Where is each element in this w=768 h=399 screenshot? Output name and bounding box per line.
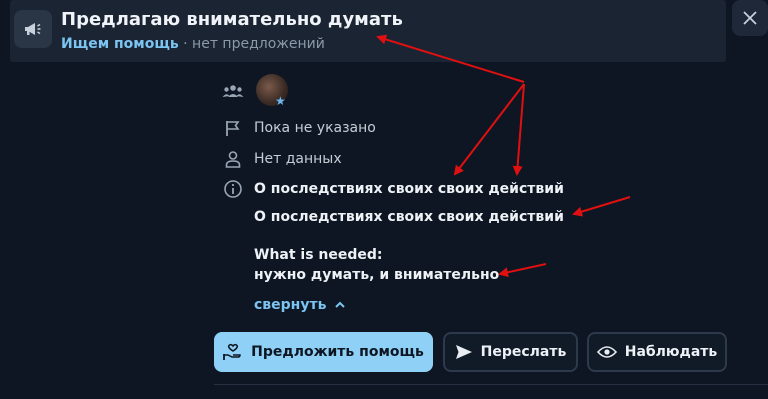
arrow-to-header xyxy=(376,34,525,83)
arrow-to-description-1b xyxy=(512,83,525,176)
arrow-to-description-1a xyxy=(453,83,525,176)
arrow-to-needed-text xyxy=(498,263,547,278)
annotation-arrows xyxy=(376,34,631,278)
arrow-to-description-2 xyxy=(572,196,631,217)
